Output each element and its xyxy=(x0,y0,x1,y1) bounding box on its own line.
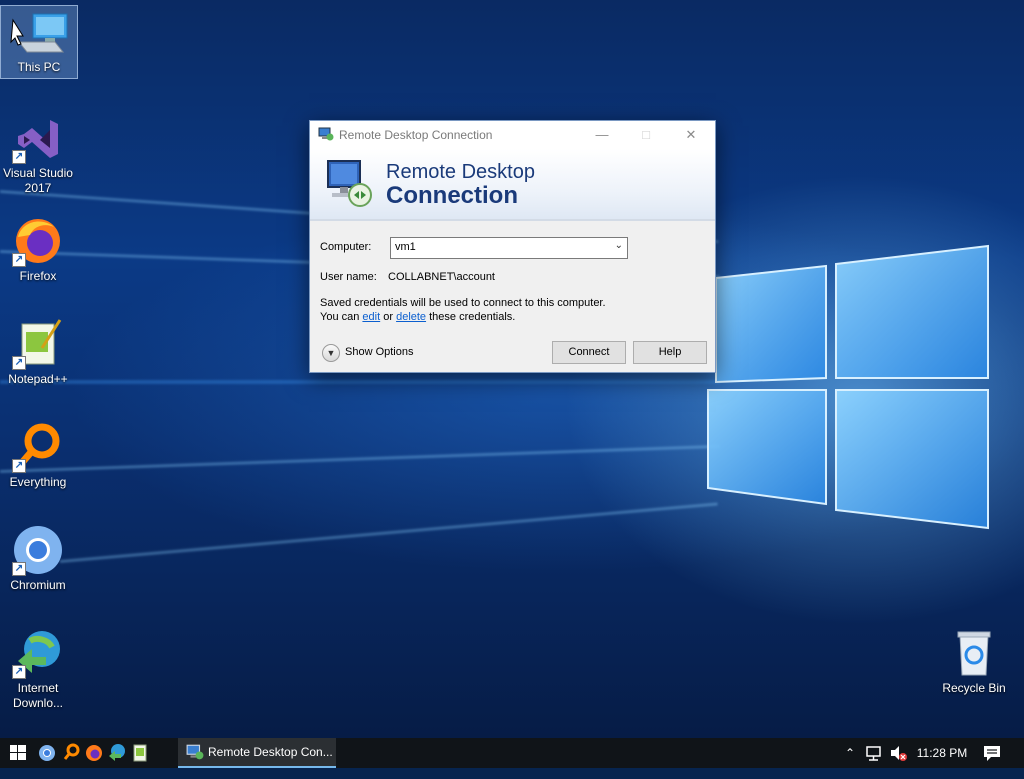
desktop-icon-label: Notepad++ xyxy=(8,372,68,386)
delete-credentials-link[interactable]: delete xyxy=(396,311,426,323)
chromium-icon xyxy=(39,745,55,761)
chevron-down-circle-icon: ▼ xyxy=(326,348,336,358)
show-options-label[interactable]: Show Options xyxy=(345,346,413,358)
desktop-icon-notepad-plus-plus[interactable]: ↗ Notepad++ xyxy=(0,312,76,387)
desktop-icon-label: Chromium xyxy=(10,578,66,592)
notepad-plus-plus-icon: ↗ xyxy=(12,318,64,370)
taskbar-everything-button[interactable] xyxy=(61,738,81,768)
credentials-actions-text: You can edit or delete these credentials… xyxy=(320,311,515,323)
computer-icon xyxy=(9,10,69,58)
shortcut-arrow-icon: ↗ xyxy=(12,253,26,267)
everything-search-icon: ↗ xyxy=(12,421,64,473)
visual-studio-icon: ↗ xyxy=(12,112,64,164)
chevron-down-icon[interactable]: ⌄ xyxy=(615,240,623,251)
dialog-title: Remote Desktop Connection xyxy=(339,128,493,142)
internet-download-manager-icon xyxy=(109,744,125,761)
notification-icon xyxy=(984,746,1000,761)
firefox-icon xyxy=(86,745,102,761)
remote-desktop-monitor-icon xyxy=(327,160,372,207)
desktop-icon-label: Visual Studio 2017 xyxy=(3,166,73,195)
volume-muted-icon xyxy=(891,746,907,761)
close-button[interactable]: ✕ xyxy=(669,121,713,149)
banner-title-line1: Remote Desktop xyxy=(386,161,535,183)
credentials-or: or xyxy=(380,311,397,323)
credentials-suffix: these credentials. xyxy=(426,311,516,323)
shortcut-arrow-icon: ↗ xyxy=(12,356,26,370)
computer-label: Computer: xyxy=(320,241,372,253)
taskbar-idm-button[interactable] xyxy=(107,738,127,768)
start-button[interactable] xyxy=(0,738,36,768)
shortcut-arrow-icon: ↗ xyxy=(12,562,26,576)
desktop-icon-this-pc[interactable]: This PC xyxy=(0,5,78,79)
username-label: User name: xyxy=(320,271,377,283)
chromium-icon: ↗ xyxy=(12,524,64,576)
taskbar-app-label: Remote Desktop Con... xyxy=(208,745,333,759)
desktop-icon-recycle-bin[interactable]: Recycle Bin xyxy=(936,621,1012,696)
firefox-icon: ↗ xyxy=(12,215,64,267)
username-value: COLLABNET\account xyxy=(388,271,495,283)
taskbar-notepad-plus-plus-button[interactable] xyxy=(130,738,150,768)
desktop-icon-label: Firefox xyxy=(19,269,57,283)
taskbar-firefox-button[interactable] xyxy=(84,738,104,768)
show-hidden-icons-button[interactable]: ⌃ xyxy=(842,738,858,768)
desktop-icon-visual-studio[interactable]: ↗ Visual Studio 2017 xyxy=(0,106,76,196)
recycle-bin-icon xyxy=(948,627,1000,679)
internet-download-manager-icon: ↗ xyxy=(12,627,64,679)
shortcut-arrow-icon: ↗ xyxy=(12,459,26,473)
volume-tray-button[interactable] xyxy=(888,738,908,768)
minimize-icon: — xyxy=(595,127,609,142)
maximize-icon: □ xyxy=(642,127,650,142)
desktop-icon-label: Everything xyxy=(9,475,67,489)
desktop-icon-firefox[interactable]: ↗ Firefox xyxy=(0,209,76,284)
desktop-icon-label: Recycle Bin xyxy=(942,681,1006,695)
computer-value: vm1 xyxy=(395,241,416,253)
saved-credentials-text: Saved credentials will be used to connec… xyxy=(320,297,606,309)
taskbar-remote-desktop-button[interactable]: Remote Desktop Con... xyxy=(178,738,336,768)
desktop-icon-chromium[interactable]: ↗ Chromium xyxy=(0,518,76,593)
minimize-button[interactable]: — xyxy=(580,121,624,149)
edit-credentials-link[interactable]: edit xyxy=(362,311,380,323)
remote-desktop-icon xyxy=(318,127,334,141)
dialog-banner: Remote Desktop Connection xyxy=(310,149,715,221)
network-icon xyxy=(866,746,881,761)
windows-start-icon xyxy=(10,745,26,760)
maximize-button[interactable]: □ xyxy=(624,121,668,149)
notepad-plus-plus-icon xyxy=(133,744,147,762)
close-icon: ✕ xyxy=(685,127,697,142)
chevron-up-icon: ⌃ xyxy=(844,746,856,760)
action-center-button[interactable] xyxy=(978,738,1006,768)
clock[interactable]: 11:28 PM xyxy=(914,738,970,768)
windows-logo-wallpaper xyxy=(707,244,989,530)
desktop-icon-label: This PC xyxy=(17,60,61,74)
shortcut-arrow-icon: ↗ xyxy=(12,150,26,164)
dialog-titlebar[interactable]: Remote Desktop Connection — □ ✕ xyxy=(310,121,715,149)
everything-search-icon xyxy=(63,743,80,760)
banner-title-line2: Connection xyxy=(386,182,518,209)
desktop-icon-internet-download-manager[interactable]: ↗ Internet Downlo... xyxy=(0,621,76,711)
desktop-icon-label: Internet Downlo... xyxy=(12,681,64,710)
help-button[interactable]: Help xyxy=(633,341,707,364)
network-tray-button[interactable] xyxy=(864,738,884,768)
credentials-prefix: You can xyxy=(320,311,363,323)
connect-button[interactable]: Connect xyxy=(552,341,626,364)
remote-desktop-icon xyxy=(186,744,204,760)
taskbar-chromium-button[interactable] xyxy=(37,738,57,768)
taskbar: Remote Desktop Con... ⌃ 11:28 PM xyxy=(0,738,1024,768)
remote-desktop-dialog: Remote Desktop Connection — □ ✕ Remote D… xyxy=(309,120,716,373)
computer-combobox[interactable]: vm1 ⌄ xyxy=(390,237,628,259)
shortcut-arrow-icon: ↗ xyxy=(12,665,26,679)
show-options-toggle[interactable]: ▼ xyxy=(322,344,340,362)
desktop-icon-everything[interactable]: ↗ Everything xyxy=(0,415,76,490)
